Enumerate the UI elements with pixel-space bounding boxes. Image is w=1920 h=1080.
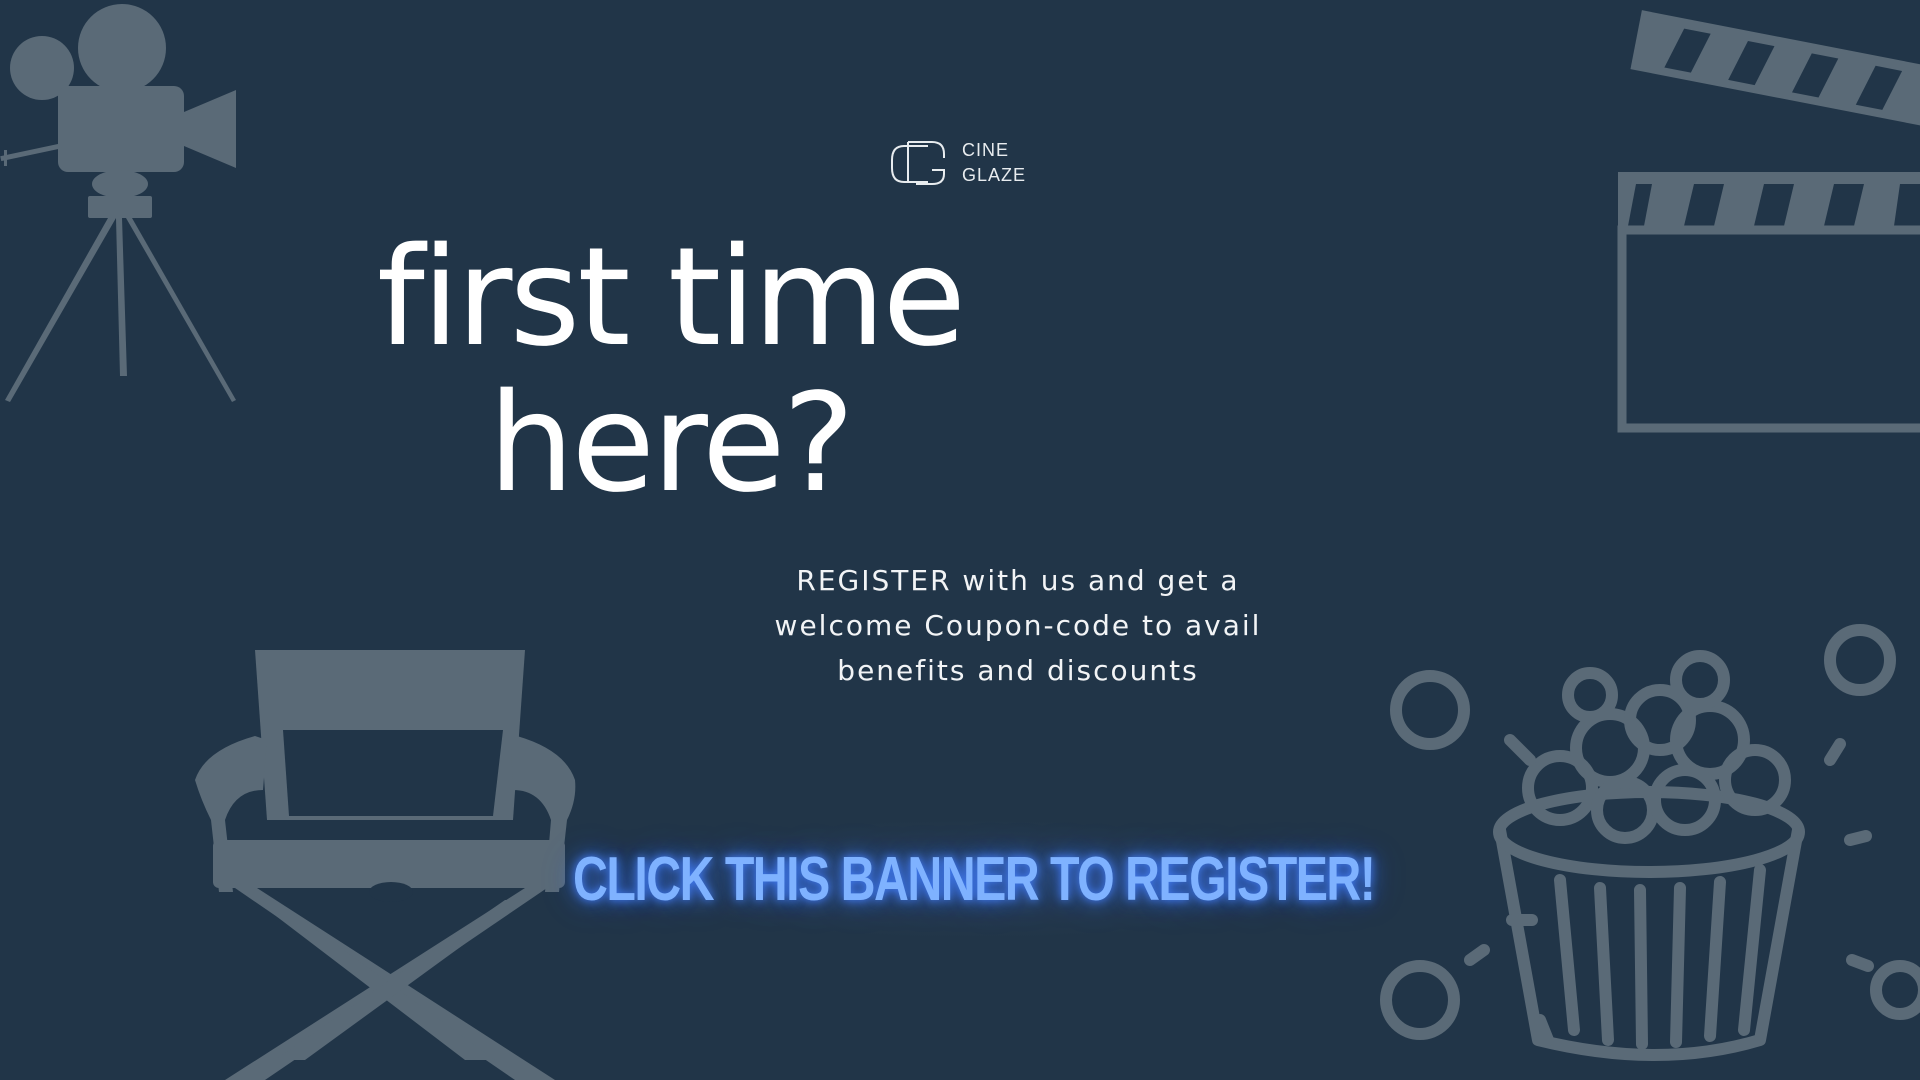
headline-line2: here? (488, 365, 855, 523)
brand-name-line1: CINE (962, 140, 1010, 160)
brand-name: CINE GLAZE (962, 138, 1026, 188)
popcorn-bucket-icon (1380, 624, 1920, 1061)
headline-line1: first time (376, 219, 966, 377)
brand-name-line2: GLAZE (962, 165, 1027, 185)
headline: first time here? (360, 225, 980, 517)
register-banner[interactable]: CINE GLAZE first time here? REGISTER wit… (0, 0, 1920, 1080)
promo-description-line3: benefits and discounts (837, 654, 1199, 687)
brand-logo: CINE GLAZE (888, 138, 1026, 188)
promo-description: REGISTER with us and get a welcome Coupo… (728, 558, 1308, 693)
brand-logo-icon (891, 141, 945, 185)
directors-chair-icon (195, 650, 576, 1080)
clapperboard-icon (1617, 10, 1920, 433)
promo-description-line1: REGISTER with us and get a (796, 564, 1240, 597)
register-cta[interactable]: CLICK THIS BANNER TO REGISTER! (573, 818, 1376, 940)
movie-camera-icon (0, 4, 236, 402)
promo-description-line2: welcome Coupon-code to avail (774, 609, 1262, 642)
register-cta-label[interactable]: CLICK THIS BANNER TO REGISTER! (573, 844, 1376, 915)
